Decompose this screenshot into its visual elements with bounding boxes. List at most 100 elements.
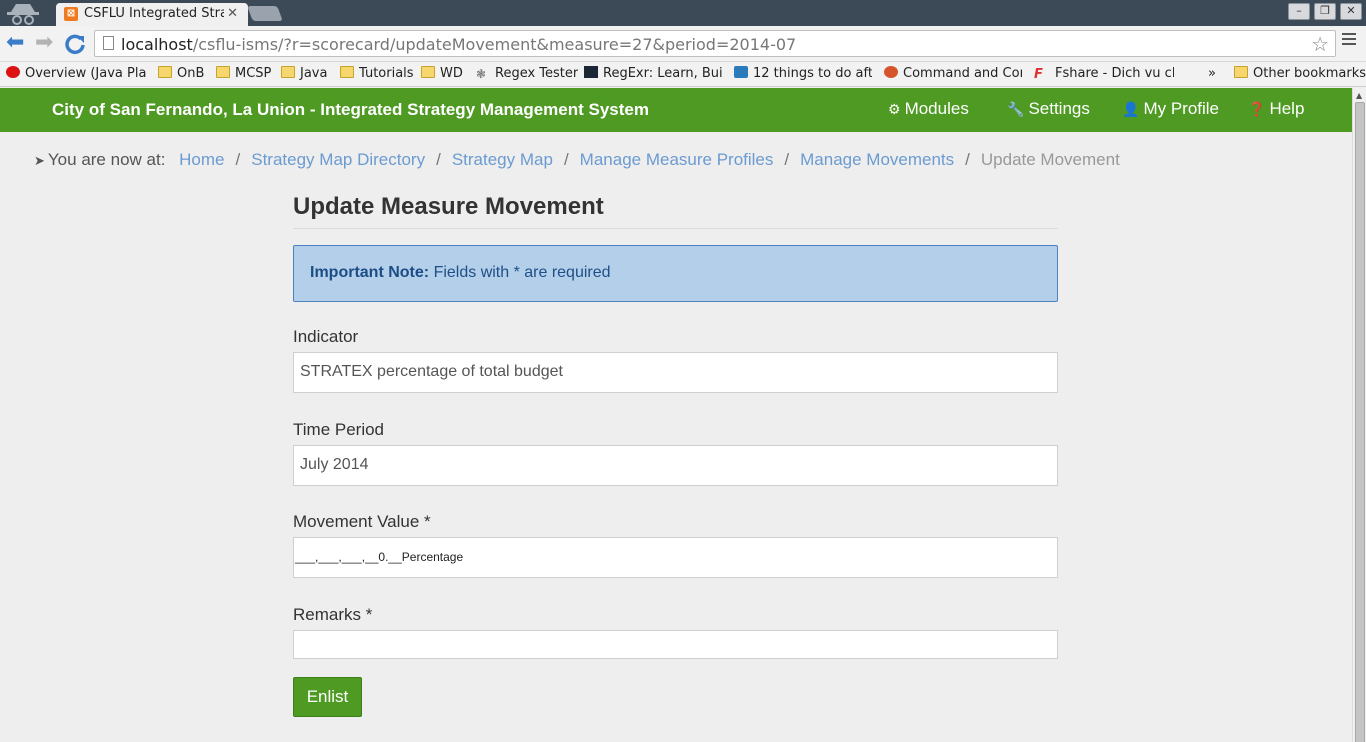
bookmark-label: WD xyxy=(440,66,463,81)
breadcrumb-home[interactable]: Home xyxy=(179,150,224,169)
nav-settings[interactable]: 🔧 Settings xyxy=(1007,99,1090,119)
page-title: Update Measure Movement xyxy=(293,193,1058,229)
regexr-icon xyxy=(584,66,598,78)
browser-tab-strip: ⊠ CSFLU Integrated Strat ✕ – ❐ ✕ xyxy=(0,0,1366,26)
question-circle-icon: ❓ xyxy=(1248,101,1266,117)
oracle-icon xyxy=(6,66,20,78)
bookmark-item[interactable]: RegExr: Learn, Build xyxy=(584,66,722,81)
breadcrumb-manage-measure-profiles[interactable]: Manage Measure Profiles xyxy=(580,150,774,169)
folder-icon xyxy=(216,66,230,78)
scroll-up-arrow-icon[interactable]: ▲ xyxy=(1356,91,1362,100)
other-bookmarks-folder[interactable]: Other bookmarks xyxy=(1234,66,1366,81)
close-window-button[interactable]: ✕ xyxy=(1340,3,1362,20)
bookmarks-overflow-button[interactable]: » xyxy=(1208,66,1216,81)
chrome-menu-icon[interactable] xyxy=(1342,33,1356,48)
bookmark-item[interactable]: Overview (Java Platf xyxy=(6,66,146,81)
time-period-field[interactable]: July 2014 xyxy=(293,445,1058,486)
forward-arrow-icon[interactable]: ➡ xyxy=(35,32,53,54)
nav-help[interactable]: ❓ Help xyxy=(1248,99,1304,119)
breadcrumb-strategy-map-directory[interactable]: Strategy Map Directory xyxy=(251,150,425,169)
incognito-icon xyxy=(7,4,39,25)
breadcrumb: ➤ You are now at: Home / Strategy Map Direc… xyxy=(34,150,1120,170)
reload-icon[interactable] xyxy=(64,33,86,55)
browser-toolbar: ⬅ ➡ localhost/csflu-isms/?r=scorecard/up… xyxy=(0,26,1366,62)
folder-icon xyxy=(340,66,354,78)
nav-settings-label: Settings xyxy=(1028,99,1090,118)
bookmark-label: 12 things to do afte xyxy=(753,66,872,81)
bookmark-folder[interactable]: Java xyxy=(281,66,327,81)
url-path: /csflu-isms/?r=scorecard/updateMovement&… xyxy=(192,35,797,54)
breadcrumb-manage-movements[interactable]: Manage Movements xyxy=(800,150,954,169)
address-bar[interactable]: localhost/csflu-isms/?r=scorecard/update… xyxy=(94,30,1336,57)
minimize-window-button[interactable]: – xyxy=(1288,3,1310,20)
bookmark-item[interactable]: 12 things to do afte xyxy=(734,66,872,81)
remarks-input[interactable] xyxy=(293,630,1058,659)
bookmark-label: Fshare - Dich vu ch xyxy=(1055,66,1174,81)
nav-profile-label: My Profile xyxy=(1143,99,1220,118)
close-tab-icon[interactable]: ✕ xyxy=(227,6,238,21)
breadcrumb-separator: / xyxy=(965,150,970,169)
folder-icon xyxy=(281,66,295,78)
page-scrollbar[interactable]: ▲ xyxy=(1352,88,1366,742)
breadcrumb-strategy-map[interactable]: Strategy Map xyxy=(452,150,553,169)
wordpress-icon xyxy=(734,66,748,78)
nav-help-label: Help xyxy=(1269,99,1305,118)
bookmark-label: MCSP xyxy=(235,66,272,81)
breadcrumb-current: Update Movement xyxy=(980,150,1120,169)
back-arrow-icon[interactable]: ⬅ xyxy=(6,32,24,54)
bookmark-label: RegExr: Learn, Build xyxy=(603,66,722,81)
bookmark-item[interactable]: F Fshare - Dich vu ch xyxy=(1034,66,1174,81)
update-movement-form: Update Measure Movement Important Note: … xyxy=(293,193,1058,717)
bookmark-folder[interactable]: MCSP xyxy=(216,66,271,81)
url-text[interactable]: localhost/csflu-isms/?r=scorecard/update… xyxy=(121,35,796,54)
bookmark-label: Command and Con xyxy=(903,66,1022,81)
indicator-label: Indicator xyxy=(293,327,359,346)
bookmark-item[interactable]: ❃ Regex Tester xyxy=(476,66,578,81)
new-tab-button[interactable] xyxy=(247,6,283,21)
time-period-label: Time Period xyxy=(293,420,385,439)
nav-modules-label: Modules xyxy=(904,99,969,118)
breadcrumb-separator: / xyxy=(235,150,241,169)
url-host: localhost xyxy=(121,35,193,54)
note-label: Important Note: xyxy=(310,264,430,281)
note-text: Fields with * are required xyxy=(433,264,611,281)
fshare-icon: F xyxy=(1034,67,1043,81)
bookmark-item[interactable]: Command and Con xyxy=(884,66,1022,81)
scrollbar-thumb[interactable] xyxy=(1355,102,1365,742)
nav-modules[interactable]: ⚙ Modules xyxy=(888,99,969,119)
folder-icon xyxy=(421,66,435,78)
app-brand[interactable]: City of San Fernando, La Union - Integra… xyxy=(52,100,649,120)
movement-value-input[interactable]: ___,___,___,__0.__Percentage xyxy=(293,537,1058,578)
bookmark-star-icon[interactable]: ☆ xyxy=(1311,32,1329,56)
breadcrumb-prefix: You are now at: xyxy=(47,150,166,169)
breadcrumb-separator: / xyxy=(563,150,569,169)
user-icon: 👤 xyxy=(1122,101,1140,117)
bookmark-folder[interactable]: Tutorials xyxy=(340,66,414,81)
browser-tab-active[interactable]: ⊠ CSFLU Integrated Strat ✕ xyxy=(56,3,248,26)
bookmark-label: Other bookmarks xyxy=(1253,66,1366,81)
breadcrumb-separator: / xyxy=(784,150,790,169)
enlist-button[interactable]: Enlist xyxy=(293,677,362,717)
bookmark-label: Tutorials xyxy=(359,66,414,81)
required-fields-note: Important Note: Fields with * are requir… xyxy=(293,245,1058,302)
bookmark-folder[interactable]: OnB xyxy=(158,66,204,81)
xampp-favicon-icon: ⊠ xyxy=(64,7,78,21)
folder-icon xyxy=(1234,66,1248,78)
nav-my-profile[interactable]: 👤 My Profile xyxy=(1122,99,1219,119)
restore-window-button[interactable]: ❐ xyxy=(1314,3,1336,20)
page-icon xyxy=(103,36,114,50)
remarks-label: Remarks * xyxy=(293,605,373,624)
movement-value-label: Movement Value * xyxy=(293,512,431,531)
tab-title: CSFLU Integrated Strat xyxy=(84,6,224,21)
app-navbar: City of San Fernando, La Union - Integra… xyxy=(0,88,1352,132)
indicator-field[interactable]: STRATEX percentage of total budget xyxy=(293,352,1058,393)
bookmark-label: Overview (Java Platf xyxy=(25,66,146,81)
bookmark-label: Java xyxy=(300,66,328,81)
regex-icon: ❃ xyxy=(476,67,487,81)
location-arrow-icon: ➤ xyxy=(34,153,45,168)
ubuntu-icon xyxy=(884,66,898,78)
bookmark-folder[interactable]: WD xyxy=(421,66,463,81)
breadcrumb-separator: / xyxy=(436,150,441,169)
cogs-icon: ⚙ xyxy=(888,101,901,117)
wrench-icon: 🔧 xyxy=(1007,101,1025,117)
